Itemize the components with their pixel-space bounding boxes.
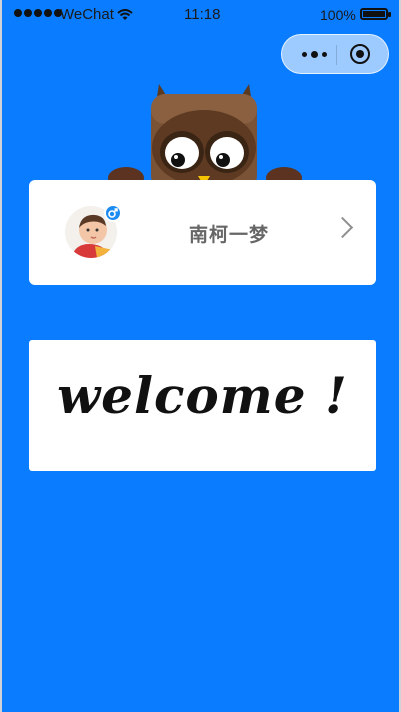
user-profile-card[interactable]: 南柯一梦 [29, 180, 376, 285]
capsule-divider [336, 45, 337, 65]
app-frame: WeChat 11:18 100% 南柯一梦 welcome ! [0, 0, 401, 712]
mini-program-capsule [281, 34, 389, 74]
wifi-icon [117, 8, 133, 24]
signal-strength-icon [14, 9, 62, 17]
owl-mascot [108, 84, 302, 192]
welcome-text: welcome ! [57, 366, 348, 425]
male-icon [104, 204, 122, 222]
status-time: 11:18 [184, 6, 221, 23]
welcome-banner: welcome ! [29, 340, 376, 471]
target-icon[interactable] [350, 44, 370, 64]
status-bar: WeChat 11:18 100% [2, 0, 401, 30]
chevron-right-icon[interactable] [331, 216, 354, 239]
carrier-name: WeChat [60, 6, 114, 23]
battery-icon [360, 8, 391, 20]
user-nickname: 南柯一梦 [189, 225, 270, 246]
battery-percentage: 100% [320, 7, 356, 23]
more-dots-icon[interactable] [292, 35, 336, 73]
